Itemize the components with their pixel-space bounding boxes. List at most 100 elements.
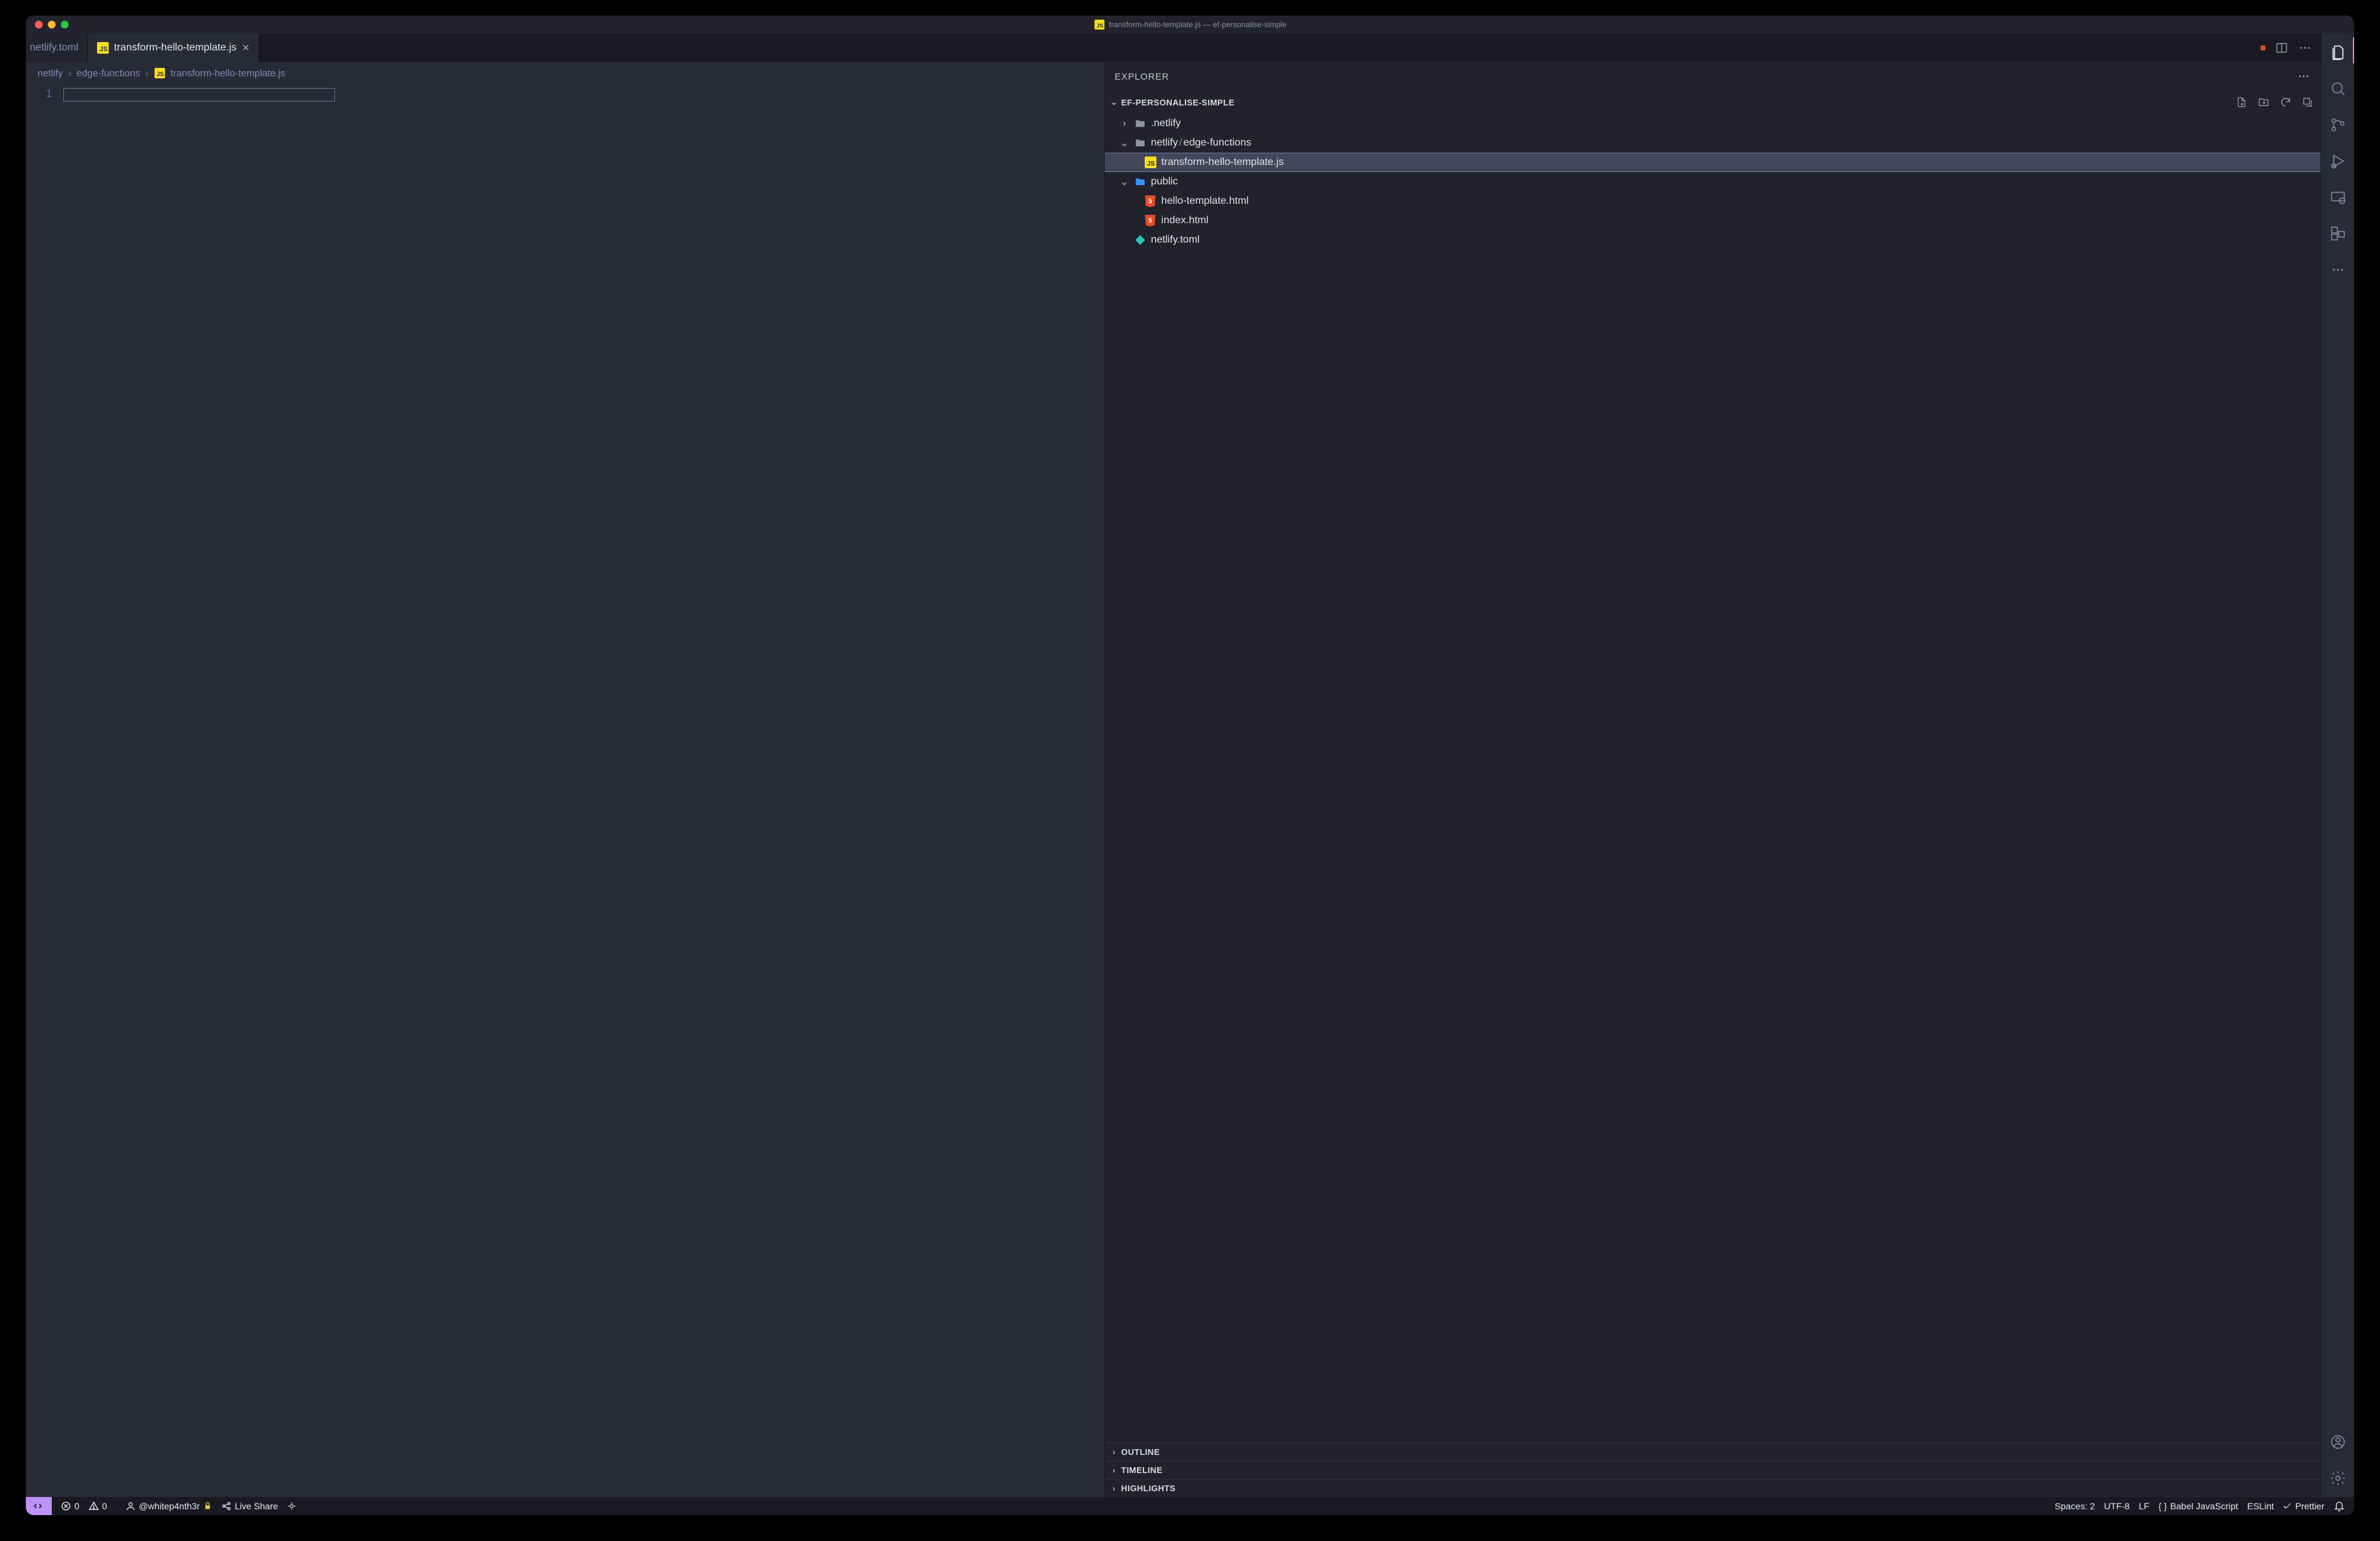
tree-folder-netlify-edge-functions[interactable]: ⌄ netlify/edge-functions [1105,133,2320,153]
tab-label: netlify.toml [30,42,78,54]
activity-search-icon[interactable] [2321,76,2355,101]
breadcrumb[interactable]: netlify › edge-functions › JS transform-… [26,62,1104,84]
tree-folder-dotnetlify[interactable]: › .netlify [1105,114,2320,133]
tree-file-netlify-toml[interactable]: netlify.toml [1105,230,2320,250]
tree-label: edge-functions [1184,137,1251,148]
tree-label: .netlify [1151,118,1181,129]
statusbar: 0 0 @whitep4nth3r Live Share [26,1497,2354,1515]
tree-label: index.html [1162,215,1209,226]
netlify-icon [1134,234,1146,246]
chevron-right-icon: › [1110,1465,1119,1475]
status-live-share[interactable]: Live Share [221,1501,278,1511]
breadcrumb-segment[interactable]: netlify [38,68,63,79]
status-user[interactable]: @whitep4nth3r [125,1501,212,1511]
status-encoding[interactable]: UTF-8 [2104,1501,2130,1511]
remote-status-button[interactable] [26,1497,52,1515]
explorer-title: EXPLORER [1115,71,1169,82]
tab-transform-hello-template[interactable]: JS transform-hello-template.js ✕ [88,34,259,62]
chevron-down-icon: ⌄ [1120,137,1129,149]
status-target-icon[interactable] [287,1502,296,1511]
tree-folder-public[interactable]: ⌄ public [1105,172,2320,191]
new-file-icon[interactable] [2234,94,2249,110]
close-window-button[interactable] [35,21,43,28]
activity-account-icon[interactable] [2321,1430,2355,1454]
activity-more-icon[interactable] [2321,257,2355,282]
tree-label: public [1151,176,1178,188]
highlights-section[interactable]: › HIGHLIGHTS [1105,1479,2320,1497]
status-eol[interactable]: LF [2139,1501,2149,1511]
tree-file-index-html[interactable]: 5 index.html [1105,211,2320,230]
editor-pane[interactable]: netlify › edge-functions › JS transform-… [26,62,1105,1497]
minimize-window-button[interactable] [48,21,56,28]
status-eslint[interactable]: ESLint [2247,1501,2274,1511]
chevron-right-icon: › [1110,1483,1119,1493]
status-prettier[interactable]: Prettier [2283,1501,2324,1511]
chevron-right-icon: › [68,68,71,79]
window-controls [26,21,69,28]
tabbar-actions [2252,34,2320,62]
tree-label: netlify [1151,137,1178,148]
explorer-sidebar: EXPLORER ⌄ EF-PERSONALISE-SIMPLE [1105,62,2320,1497]
window-title: JS transform-hello-template.js — ef-pers… [26,19,2354,30]
titlebar[interactable]: JS transform-hello-template.js — ef-pers… [26,16,2354,34]
line-number: 1 [26,88,52,100]
activity-extensions-icon[interactable] [2321,221,2355,246]
window-title-text: transform-hello-template.js — ef-persona… [1109,20,1287,29]
project-name: EF-PERSONALISE-SIMPLE [1121,98,1235,107]
js-icon: JS [97,42,109,54]
chevron-down-icon: ⌄ [1120,175,1129,188]
vscode-window: JS transform-hello-template.js — ef-pers… [26,16,2354,1515]
explorer-section-actions [2234,94,2315,110]
code-editor[interactable]: 1 [26,84,1104,1497]
breadcrumb-segment[interactable]: edge-functions [76,68,140,79]
file-tree: › .netlify ⌄ netlify/ [1105,114,2320,1443]
tree-label: netlify.toml [1151,234,1200,246]
activity-explorer-icon[interactable] [2321,40,2355,65]
errors-count: 0 [74,1501,80,1511]
status-warnings[interactable]: 0 [89,1501,107,1511]
explorer-more-icon[interactable] [2297,70,2310,83]
more-actions-icon[interactable] [2297,40,2313,56]
js-icon: JS [1094,19,1104,29]
html-icon: 5 [1145,195,1156,207]
check-icon [2283,1502,2292,1511]
tab-label: transform-hello-template.js [114,42,236,54]
chevron-down-icon: ⌄ [1110,97,1119,107]
activity-remote-icon[interactable] [2321,185,2355,210]
outline-section[interactable]: › OUTLINE [1105,1443,2320,1461]
split-editor-icon[interactable] [2274,40,2289,56]
refresh-icon[interactable] [2278,94,2293,110]
section-label: HIGHLIGHTS [1121,1483,1176,1493]
status-errors[interactable]: 0 [61,1501,80,1511]
section-label: TIMELINE [1121,1465,1163,1475]
path-separator: / [1178,137,1183,148]
tree-file-hello-template[interactable]: 5 hello-template.html [1105,191,2320,211]
js-icon: JS [154,68,164,78]
cursor-line [63,88,335,102]
chevron-right-icon: › [146,68,149,79]
activity-settings-icon[interactable] [2321,1466,2355,1491]
activity-source-control-icon[interactable] [2321,113,2355,137]
breadcrumb-segment[interactable]: transform-hello-template.js [171,68,286,79]
tree-file-transform-hello-template[interactable]: JS transform-hello-template.js [1105,153,2320,172]
braces-icon: { } [2158,1501,2167,1511]
tree-label: transform-hello-template.js [1162,157,1284,168]
new-folder-icon[interactable] [2256,94,2271,110]
explorer-header: EXPLORER [1105,62,2320,91]
project-section-header[interactable]: ⌄ EF-PERSONALISE-SIMPLE [1105,91,2320,114]
close-tab-button[interactable]: ✕ [242,42,250,54]
tabbar: netlify.toml JS transform-hello-template… [26,34,2320,62]
status-spaces[interactable]: Spaces: 2 [2055,1501,2095,1511]
activity-run-debug-icon[interactable] [2321,149,2355,173]
user-handle: @whitep4nth3r [139,1501,200,1511]
status-notifications-icon[interactable] [2333,1500,2345,1512]
tab-netlify-toml[interactable]: netlify.toml [26,34,88,62]
chevron-right-icon: › [1110,1447,1119,1457]
collapse-all-icon[interactable] [2300,94,2315,110]
compare-icon[interactable] [2260,40,2266,56]
maximize-window-button[interactable] [61,21,69,28]
section-label: OUTLINE [1121,1447,1160,1457]
timeline-section[interactable]: › TIMELINE [1105,1461,2320,1479]
status-language[interactable]: { } Babel JavaScript [2158,1501,2238,1511]
code-body[interactable] [63,84,1104,1497]
